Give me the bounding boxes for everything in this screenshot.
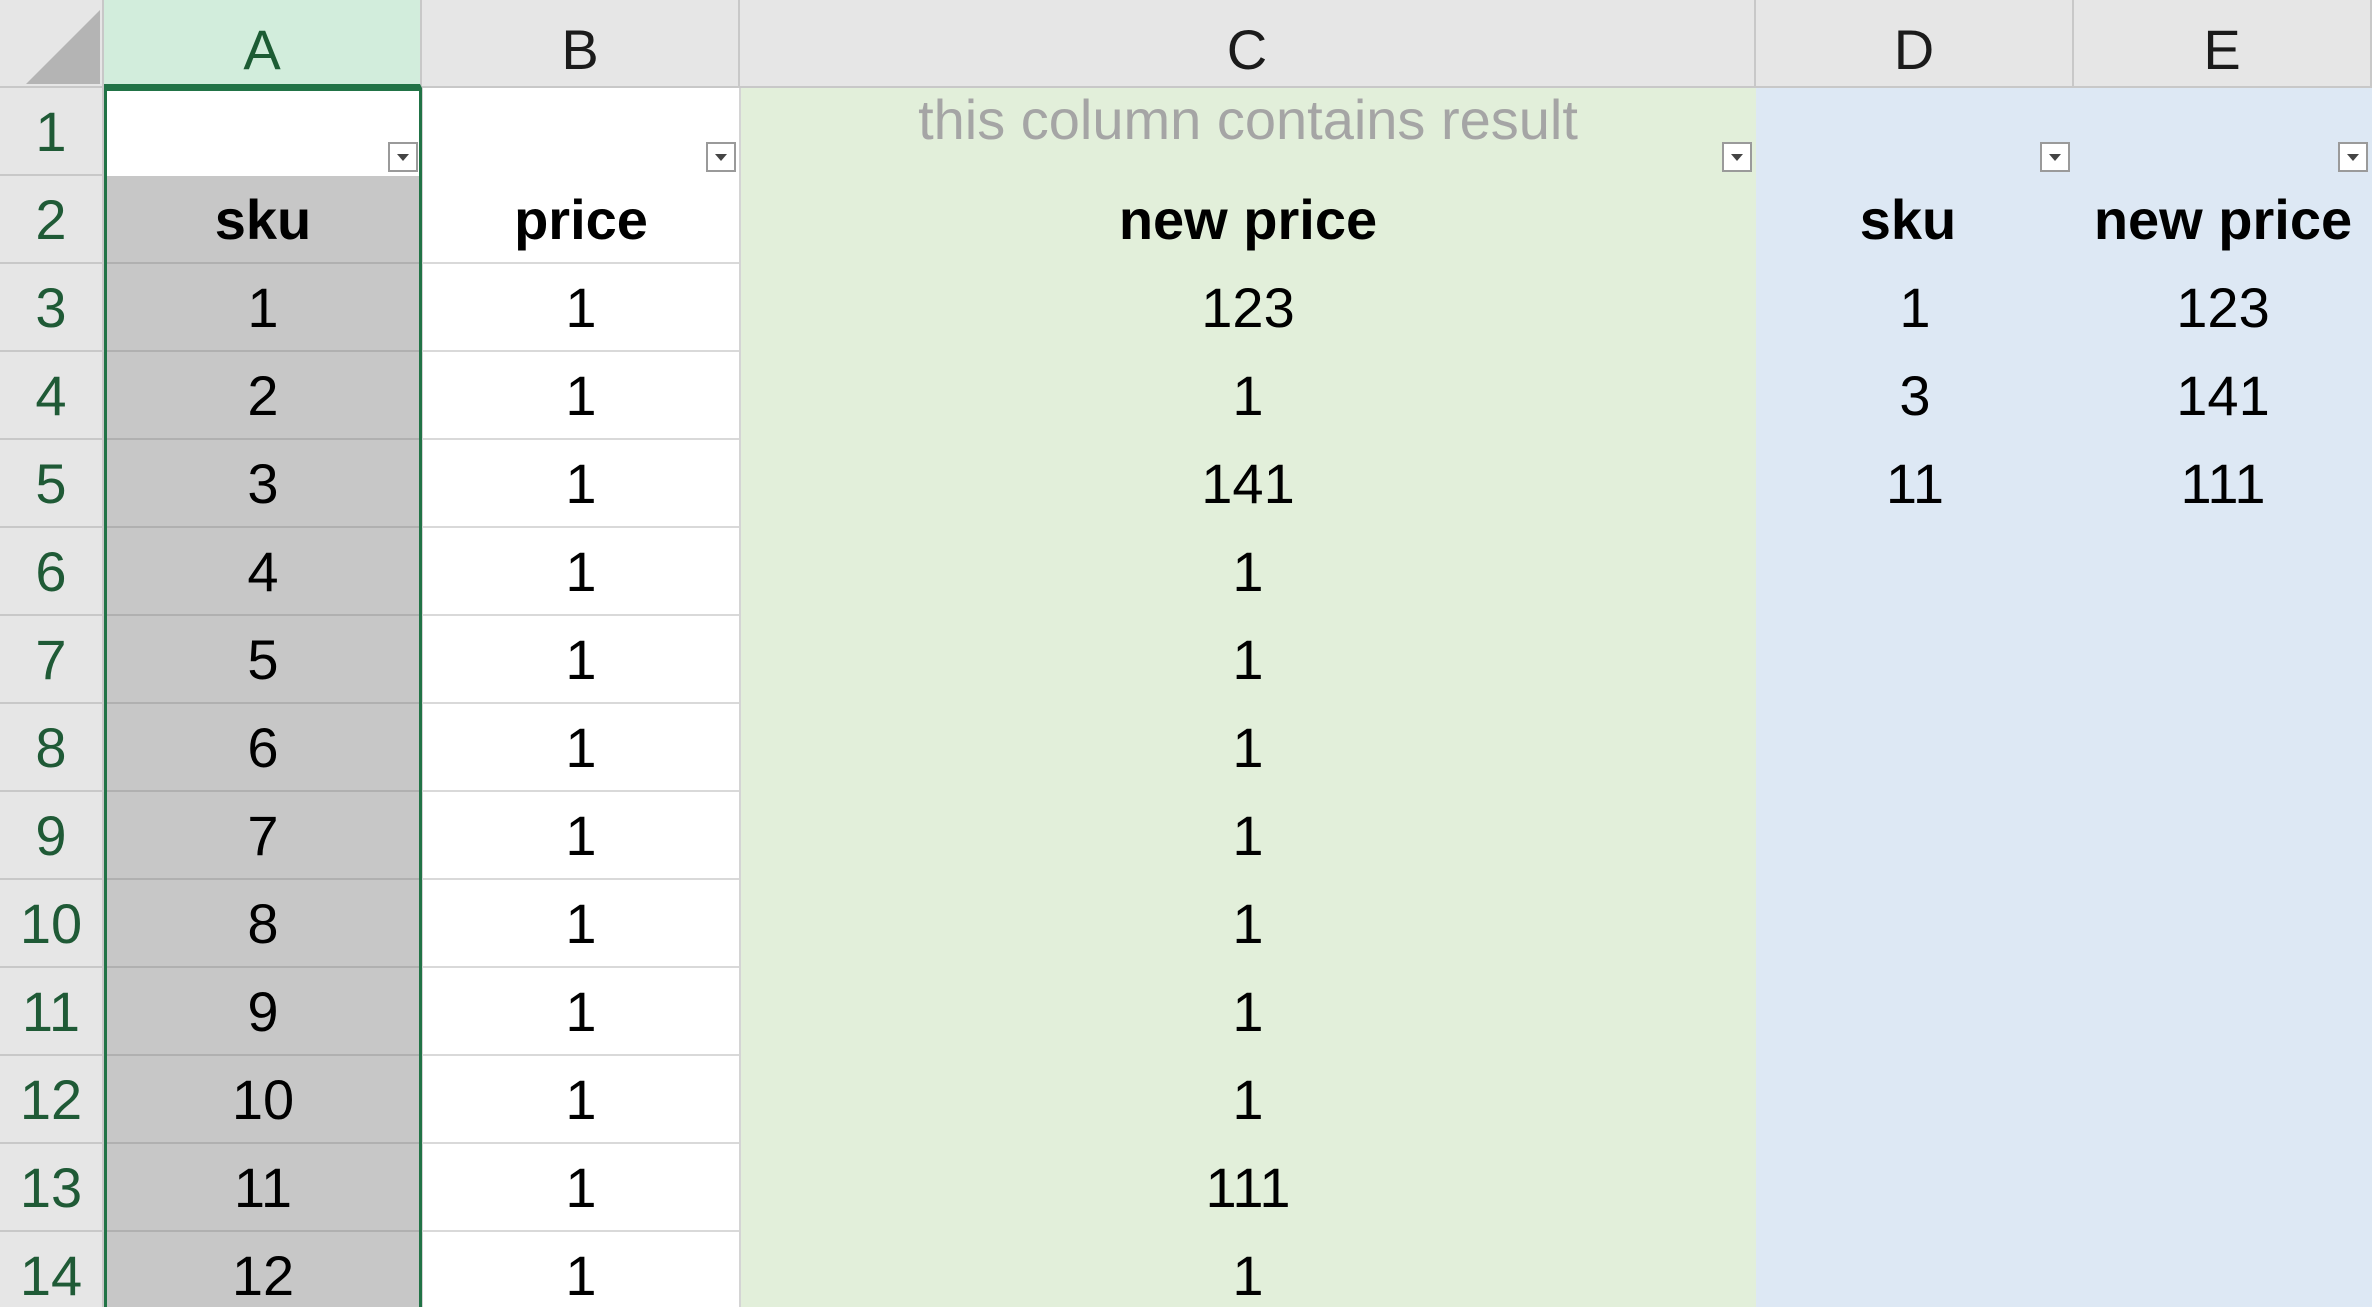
cell-e11[interactable] [2074,968,2372,1056]
cell-b8[interactable]: 1 [422,704,740,792]
cell-c2[interactable]: new price [740,176,1756,264]
cell-c10[interactable]: 1 [740,880,1756,968]
cell-a2[interactable]: sku [104,176,422,264]
cell-e9[interactable] [2074,792,2372,880]
cell-c8[interactable]: 1 [740,704,1756,792]
cell-d9[interactable] [1756,792,2074,880]
row-header-12[interactable]: 12 [0,1056,104,1144]
cell-c14[interactable]: 1 [740,1232,1756,1307]
cell-c3[interactable]: 123 [740,264,1756,352]
cell-b1[interactable] [422,88,740,176]
cell-b6[interactable]: 1 [422,528,740,616]
cell-d12[interactable] [1756,1056,2074,1144]
cell-a6[interactable]: 4 [104,528,422,616]
select-all-corner[interactable] [0,0,104,88]
cell-c1[interactable]: this column contains result [740,88,1756,176]
row-header-13[interactable]: 13 [0,1144,104,1232]
cell-a7[interactable]: 5 [104,616,422,704]
column-header-b[interactable]: B [422,0,740,88]
cell-e12[interactable] [2074,1056,2372,1144]
cell-c6[interactable]: 1 [740,528,1756,616]
row-header-7[interactable]: 7 [0,616,104,704]
cell-d6[interactable] [1756,528,2074,616]
cell-b13[interactable]: 1 [422,1144,740,1232]
cell-d2[interactable]: sku [1756,176,2074,264]
cell-b12[interactable]: 1 [422,1056,740,1144]
cell-a3[interactable]: 1 [104,264,422,352]
gridline-a-b [421,88,423,1307]
cell-d5[interactable]: 11 [1756,440,2074,528]
row-header-14[interactable]: 14 [0,1232,104,1307]
column-header-c[interactable]: C [740,0,1756,88]
cell-d4[interactable]: 3 [1756,352,2074,440]
cell-d1[interactable] [1756,88,2074,176]
select-all-triangle-icon [26,10,100,84]
cell-d11[interactable] [1756,968,2074,1056]
cell-e14[interactable] [2074,1232,2372,1307]
filter-dropdown-icon-c[interactable] [1722,142,1752,172]
cell-b5[interactable]: 1 [422,440,740,528]
cell-c12[interactable]: 1 [740,1056,1756,1144]
cell-a5[interactable]: 3 [104,440,422,528]
column-header-d[interactable]: D [1756,0,2074,88]
cell-c9[interactable]: 1 [740,792,1756,880]
cell-c5[interactable]: 141 [740,440,1756,528]
cell-a13[interactable]: 11 [104,1144,422,1232]
filter-dropdown-icon-d[interactable] [2040,142,2070,172]
cell-e6[interactable] [2074,528,2372,616]
cell-e8[interactable] [2074,704,2372,792]
column-header-a[interactable]: A [104,0,422,88]
filter-dropdown-icon-a[interactable] [388,142,418,172]
row-header-10[interactable]: 10 [0,880,104,968]
cell-b7[interactable]: 1 [422,616,740,704]
cell-e1[interactable] [2074,88,2372,176]
cell-e2[interactable]: new price [2074,176,2372,264]
cell-c4[interactable]: 1 [740,352,1756,440]
cell-c13[interactable]: 111 [740,1144,1756,1232]
cell-a4[interactable]: 2 [104,352,422,440]
cell-c11[interactable]: 1 [740,968,1756,1056]
cell-d7[interactable] [1756,616,2074,704]
cell-b14[interactable]: 1 [422,1232,740,1307]
column-header-e[interactable]: E [2074,0,2372,88]
cell-e13[interactable] [2074,1144,2372,1232]
row-header-3[interactable]: 3 [0,264,104,352]
cell-d13[interactable] [1756,1144,2074,1232]
cell-e3[interactable]: 123 [2074,264,2372,352]
cell-a1[interactable] [104,88,422,176]
cell-a12[interactable]: 10 [104,1056,422,1144]
cell-b3[interactable]: 1 [422,264,740,352]
cell-a8[interactable]: 6 [104,704,422,792]
row-header-9[interactable]: 9 [0,792,104,880]
cell-b2[interactable]: price [422,176,740,264]
row-header-1[interactable]: 1 [0,88,104,176]
cell-d10[interactable] [1756,880,2074,968]
cell-e10[interactable] [2074,880,2372,968]
cell-b9[interactable]: 1 [422,792,740,880]
cell-d3[interactable]: 1 [1756,264,2074,352]
cell-b4[interactable]: 1 [422,352,740,440]
row-header-6[interactable]: 6 [0,528,104,616]
gridline-b-c [739,88,741,1307]
cell-a10[interactable]: 8 [104,880,422,968]
cell-a11[interactable]: 9 [104,968,422,1056]
spreadsheet-grid[interactable]: A B C D E 1 2 3 4 5 6 7 8 9 10 11 12 13 14 this column cont… [0,0,2372,1307]
filter-dropdown-icon-e[interactable] [2338,142,2368,172]
cell-b11[interactable]: 1 [422,968,740,1056]
cell-d8[interactable] [1756,704,2074,792]
cell-e7[interactable] [2074,616,2372,704]
row-header-5[interactable]: 5 [0,440,104,528]
cell-c7[interactable]: 1 [740,616,1756,704]
row-header-11[interactable]: 11 [0,968,104,1056]
cell-b10[interactable]: 1 [422,880,740,968]
cell-d14[interactable] [1756,1232,2074,1307]
row-header-2[interactable]: 2 [0,176,104,264]
cell-a14[interactable]: 12 [104,1232,422,1307]
cell-a9[interactable]: 7 [104,792,422,880]
row-header-4[interactable]: 4 [0,352,104,440]
cell-e5[interactable]: 111 [2074,440,2372,528]
cell-e4[interactable]: 141 [2074,352,2372,440]
filter-dropdown-icon-b[interactable] [706,142,736,172]
row-header-8[interactable]: 8 [0,704,104,792]
